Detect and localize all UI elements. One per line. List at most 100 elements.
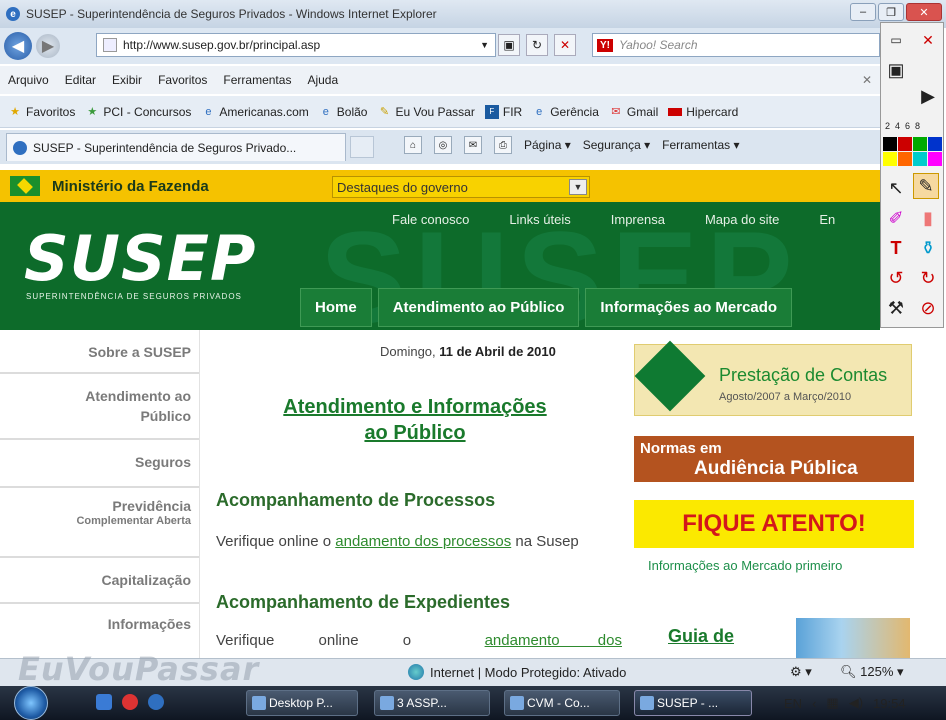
pointer-icon[interactable]: ↖: [883, 175, 909, 201]
fav-euvoupassar[interactable]: ✎ Eu Vou Passar: [377, 105, 475, 119]
info-mercado-link[interactable]: Informações ao Mercado primeiro: [648, 558, 842, 573]
spray-icon[interactable]: ⚱: [915, 235, 941, 261]
cursor-icon[interactable]: ▭: [883, 27, 909, 53]
width-4[interactable]: 4: [895, 121, 900, 131]
taskbar-cvm[interactable]: CVM - Co...: [504, 690, 620, 716]
prestacao-contas-banner[interactable]: Prestação de Contas Agosto/2007 a Março/…: [634, 340, 912, 416]
search-input[interactable]: Y! Yahoo! Search: [592, 33, 880, 57]
swatch-blue[interactable]: [928, 137, 942, 151]
link-fale-conosco[interactable]: Fale conosco: [392, 212, 469, 227]
ministry-label[interactable]: Ministério da Fazenda: [52, 178, 209, 195]
fav-hipercard[interactable]: Hipercard: [668, 105, 738, 119]
fique-atento-banner[interactable]: FIQUE ATENTO!: [634, 500, 914, 548]
home-icon[interactable]: ⌂: [404, 136, 422, 154]
new-tab-button[interactable]: [350, 136, 374, 158]
feeds-icon[interactable]: ◎: [434, 136, 452, 154]
zoom-level[interactable]: 🔍︎ 125% ▾: [840, 664, 904, 680]
clear-icon[interactable]: ⊘: [915, 295, 941, 321]
refresh-icon[interactable]: ↻: [526, 34, 548, 56]
page-menu[interactable]: Página ▾: [524, 138, 571, 152]
link-imprensa[interactable]: Imprensa: [611, 212, 665, 227]
display-icon[interactable]: ▣: [883, 57, 909, 83]
address-url[interactable]: http://www.susep.gov.br/principal.asp: [123, 38, 320, 52]
swatch-red[interactable]: [898, 137, 912, 151]
minimize-button[interactable]: –: [850, 3, 876, 21]
width-6[interactable]: 6: [905, 121, 910, 131]
network-icon[interactable]: ▦: [826, 695, 838, 711]
quicklaunch-ie-icon[interactable]: [148, 694, 164, 710]
swatch-black[interactable]: [883, 137, 897, 151]
guia-thumbnail-image[interactable]: [796, 618, 910, 662]
width-8[interactable]: 8: [915, 121, 920, 131]
tab-susep[interactable]: SUSEP - Superintendência de Seguros Priv…: [6, 133, 346, 161]
nav-home[interactable]: Home: [300, 288, 372, 327]
language-indicator[interactable]: EN: [784, 696, 802, 711]
close-menu-icon[interactable]: ✕: [862, 73, 872, 87]
pen-icon[interactable]: ✎: [913, 173, 939, 199]
quicklaunch-app-icon[interactable]: [122, 694, 138, 710]
nav-atendimento[interactable]: Atendimento ao Público: [377, 288, 580, 327]
swatch-cyan[interactable]: [913, 152, 927, 166]
fav-gmail[interactable]: ✉ Gmail: [609, 105, 658, 119]
start-button[interactable]: [14, 686, 48, 720]
favorites-button[interactable]: ★ Favoritos: [8, 105, 75, 119]
fav-pci[interactable]: ★ PCI - Concursos: [85, 105, 191, 119]
swatch-green[interactable]: [913, 137, 927, 151]
taskbar-desktop[interactable]: Desktop P...: [246, 690, 358, 716]
link-mapa-do-site[interactable]: Mapa do site: [705, 212, 779, 227]
guia-link[interactable]: Guia de: [668, 626, 734, 647]
leftnav-capitalizacao[interactable]: Capitalização: [0, 558, 199, 604]
fav-fir[interactable]: F FIR: [484, 104, 522, 119]
volume-icon[interactable]: ◀︎): [849, 695, 863, 711]
government-select[interactable]: Destaques do governo ▼: [332, 176, 590, 198]
fav-gerencia[interactable]: e Gerência: [532, 105, 599, 119]
read-mail-icon[interactable]: ✉: [464, 136, 482, 154]
chevron-down-icon[interactable]: ▼: [480, 40, 489, 50]
swatch-yellow[interactable]: [883, 152, 897, 166]
width-2[interactable]: 2: [885, 121, 890, 131]
play-icon[interactable]: ▶: [915, 83, 941, 109]
address-bar[interactable]: http://www.susep.gov.br/principal.asp ▼: [96, 33, 496, 57]
maximize-button[interactable]: ❐: [878, 3, 904, 21]
leftnav-seguros[interactable]: Seguros: [0, 440, 199, 488]
undo-icon[interactable]: ↺: [883, 265, 909, 291]
chevron-down-icon[interactable]: ▼: [569, 179, 587, 195]
security-menu[interactable]: Segurança ▾: [583, 138, 650, 152]
menu-arquivo[interactable]: Arquivo: [8, 73, 49, 87]
tools-icon[interactable]: ⚒: [883, 295, 909, 321]
leftnav-sobre[interactable]: Sobre a SUSEP: [0, 330, 199, 374]
fav-americanas[interactable]: e Americanas.com: [201, 105, 308, 119]
taskbar-assp[interactable]: 3 ASSP...: [374, 690, 490, 716]
link-andamento-processos[interactable]: andamento dos processos: [335, 533, 511, 550]
text-tool-icon[interactable]: T: [883, 235, 909, 261]
compatibility-icon[interactable]: ▣: [498, 34, 520, 56]
forward-button[interactable]: ▶: [36, 34, 60, 58]
quicklaunch-desktop-icon[interactable]: [96, 694, 112, 710]
protected-mode-icon[interactable]: ⚙ ▾: [790, 664, 812, 680]
swatch-magenta[interactable]: [928, 152, 942, 166]
link-links-uteis[interactable]: Links úteis: [509, 212, 570, 227]
stop-icon[interactable]: ✕: [554, 34, 576, 56]
leftnav-previdencia[interactable]: Previdência Complementar Aberta: [0, 488, 199, 558]
leftnav-informacoes[interactable]: Informações: [0, 604, 199, 644]
leftnav-atendimento[interactable]: Atendimento ao Público: [0, 374, 199, 440]
security-zone[interactable]: Internet | Modo Protegido: Ativado: [408, 664, 626, 680]
eraser-icon[interactable]: ▮: [915, 205, 941, 231]
fav-bolao[interactable]: e Bolão: [319, 105, 368, 119]
tools-menu[interactable]: Ferramentas ▾: [662, 138, 739, 152]
swatch-orange[interactable]: [898, 152, 912, 166]
tray-expand-icon[interactable]: ‹: [812, 696, 816, 711]
close-palette-icon[interactable]: ✕: [915, 27, 941, 53]
link-andamento-expedientes[interactable]: andamento dos: [485, 632, 622, 649]
clock[interactable]: 19:54: [873, 696, 906, 711]
close-button[interactable]: ✕: [906, 3, 942, 21]
menu-ajuda[interactable]: Ajuda: [307, 73, 338, 87]
nav-informacoes-mercado[interactable]: Informações ao Mercado: [585, 288, 793, 327]
taskbar-susep[interactable]: SUSEP - ...: [634, 690, 752, 716]
menu-exibir[interactable]: Exibir: [112, 73, 142, 87]
print-icon[interactable]: ⎙: [494, 136, 512, 154]
page-title[interactable]: Atendimento e Informações ao Público: [240, 394, 590, 446]
normas-audiencia-banner[interactable]: Normas em Audiência Pública: [634, 436, 914, 482]
redo-icon[interactable]: ↻: [915, 265, 941, 291]
link-english[interactable]: En: [819, 212, 835, 227]
